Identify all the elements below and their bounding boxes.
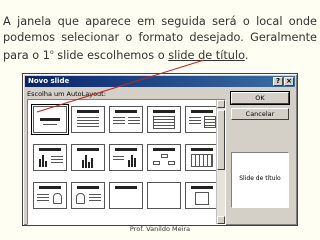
layout-text-and-organogram[interactable] (109, 144, 143, 171)
scroll-up-arrow-icon[interactable] (217, 100, 225, 108)
cancel-button[interactable]: Cancelar (231, 108, 289, 120)
layout-chart-and-text[interactable] (33, 144, 67, 171)
ok-button[interactable]: OK (230, 91, 290, 105)
layout-title-only[interactable] (109, 182, 143, 209)
layout-bulleted-list[interactable] (71, 106, 105, 133)
layout-blank[interactable] (147, 182, 181, 209)
author-footer: Prof. Vanildo Meira (129, 225, 191, 233)
scroll-down-arrow-icon[interactable] (217, 216, 225, 224)
layout-chart[interactable] (71, 144, 105, 171)
layout-grid[interactable] (27, 99, 226, 225)
slide-page: A janela que aparece em seguida será o l… (0, 0, 320, 240)
close-button[interactable]: × (284, 77, 294, 86)
caption-text: A janela que aparece em seguida será o l… (3, 15, 317, 62)
layout-table[interactable] (147, 106, 181, 133)
layout-object[interactable] (185, 182, 219, 209)
autolayout-label: Escolha um AutoLayout: (27, 90, 106, 98)
layout-table-alt[interactable] (185, 144, 219, 171)
layout-two-column-text[interactable] (109, 106, 143, 133)
dialog-titlebar: Novo slide ? × (25, 76, 295, 87)
layout-text-and-clipart[interactable] (71, 182, 105, 209)
layout-clipart-and-text[interactable] (33, 182, 67, 209)
layout-scrollbar[interactable] (216, 100, 225, 224)
scroll-thumb[interactable] (217, 110, 225, 170)
layout-organogram[interactable] (147, 144, 181, 171)
layout-preview: Slide de título (231, 152, 289, 208)
layout-title-slide[interactable] (31, 104, 69, 135)
dialog-title: Novo slide (28, 77, 70, 85)
layout-text-and-chart[interactable] (185, 106, 219, 133)
new-slide-dialog: Novo slide ? × Escolha um AutoLayout: OK… (22, 73, 298, 226)
preview-label: Slide de título (239, 175, 281, 182)
help-button[interactable]: ? (273, 77, 283, 86)
